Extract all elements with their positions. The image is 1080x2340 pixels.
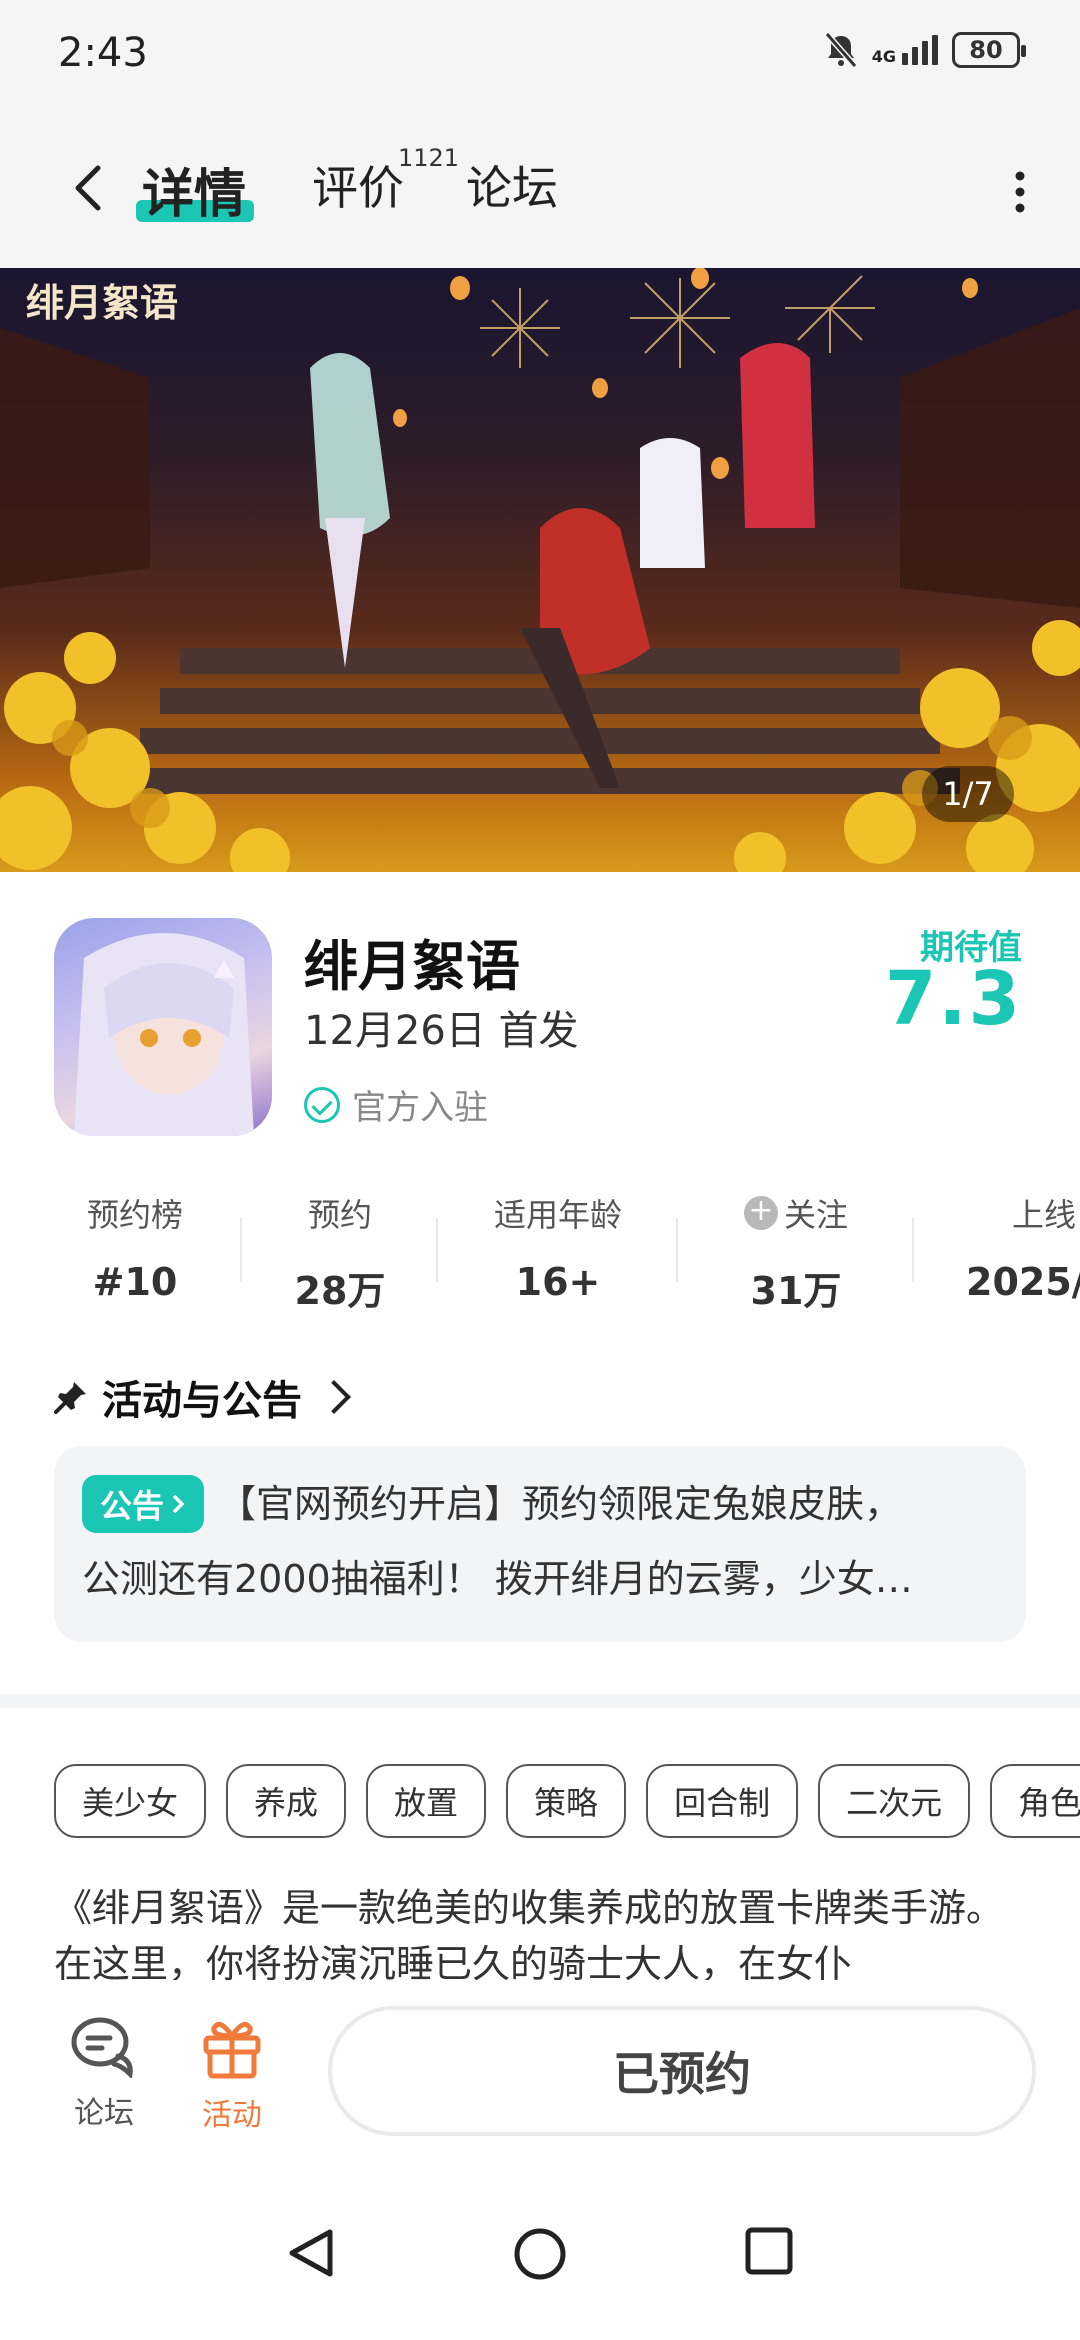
stat-label: 适用年龄	[493, 1196, 622, 1234]
game-description: 《绯月絮语》是一款绝美的收集养成的放置卡牌类手游。在这里，你将扮演沉睡已久的骑士…	[54, 1886, 1005, 1980]
tag-item[interactable]: 养成	[226, 1764, 347, 1838]
chat-bubble-icon	[71, 2017, 133, 2080]
check-circle-icon	[304, 1086, 340, 1123]
official-label: 官方入驻	[352, 1088, 488, 1128]
stat-label: 上线	[1012, 1196, 1077, 1234]
stat-value: #10	[92, 1260, 178, 1304]
announcement-card[interactable]: 公告 【官网预约开启】预约领限定兔娘皮肤， 公测还有2000抽福利！ 拨开绯月的…	[54, 1446, 1026, 1642]
release-date: 12月26日 首发	[304, 1008, 579, 1054]
bottom-action-bar: 论坛 活动 已预约	[0, 1982, 1080, 2182]
chevron-right-icon	[172, 1494, 185, 1514]
status-time: 2:43	[58, 30, 148, 76]
reserved-button[interactable]: 已预约	[328, 2006, 1036, 2136]
tag-list: 美少女 养成 放置 策略 回合制 二次元 角色	[54, 1764, 1080, 1838]
bottom-forum-button[interactable]: 论坛	[54, 2016, 154, 2132]
stat-divider	[676, 1218, 678, 1282]
banner-logo: 绯月絮语	[26, 280, 178, 325]
battery-level: 80	[969, 36, 1003, 64]
bottom-activity-button[interactable]: 活动	[182, 2016, 282, 2134]
tag-item[interactable]: 角色	[990, 1764, 1080, 1838]
stat-launch: 上线 2025/	[966, 1190, 1080, 1304]
announcement-line-1: 【官网预约开启】预约领限定兔娘皮肤，	[218, 1482, 903, 1526]
bottom-activity-label: 活动	[202, 2098, 262, 2133]
heart-plus-icon	[743, 1193, 778, 1230]
stat-follow[interactable]: 关注 31万	[726, 1190, 866, 1315]
tag-item[interactable]: 策略	[506, 1764, 627, 1838]
system-recents-icon[interactable]	[744, 2226, 794, 2276]
stat-value: 16+	[515, 1260, 601, 1304]
app-title: 绯月絮语	[304, 935, 520, 998]
stat-label: 预约榜	[86, 1196, 183, 1234]
stat-divider	[240, 1218, 242, 1282]
hero-banner[interactable]: 绯月絮语 1/7	[0, 268, 1080, 872]
mute-bell-icon	[824, 32, 857, 68]
back-arrow-icon[interactable]	[60, 158, 120, 218]
tab-forum[interactable]: 论坛	[466, 152, 558, 218]
tag-item[interactable]: 美少女	[54, 1764, 207, 1838]
system-home-icon[interactable]	[512, 2226, 568, 2282]
network-type: 4G	[871, 47, 896, 66]
stat-age: 适用年龄 16+	[478, 1190, 638, 1304]
bottom-forum-label: 论坛	[74, 2096, 134, 2131]
activity-section-title: 活动与公告	[102, 1378, 302, 1424]
official-badge: 官方入驻	[304, 1080, 488, 1129]
system-nav-bar	[0, 2182, 1080, 2340]
tag-item[interactable]: 回合制	[646, 1764, 799, 1838]
stats-row: 预约榜 #10 预约 28万 适用年龄 16+ 关注 31万 上线 2025/	[0, 1190, 1080, 1313]
expectation-score: 7.3	[884, 956, 1022, 1042]
app-icon	[54, 918, 272, 1136]
tag-item[interactable]: 二次元	[818, 1764, 971, 1838]
tag-item[interactable]: 放置	[366, 1764, 487, 1838]
stat-value: 28万	[294, 1269, 386, 1313]
stat-divider	[912, 1218, 914, 1282]
stat-reservations: 预约 28万	[280, 1190, 400, 1315]
system-back-icon[interactable]	[284, 2226, 338, 2280]
tab-reviews[interactable]: 评价	[312, 152, 404, 218]
review-count: 1121	[398, 144, 460, 172]
activity-section-header[interactable]: 活动与公告	[54, 1368, 351, 1426]
tab-details[interactable]: 详情	[142, 152, 246, 227]
battery-icon: 80	[952, 32, 1026, 68]
stat-rank[interactable]: 预约榜 #10	[70, 1190, 200, 1304]
announcement-badge: 公告	[82, 1475, 205, 1533]
signal-icon: 4G	[872, 35, 938, 65]
announcement-line-2: 公测还有2000抽福利！ 拨开绯月的云雾，少女…	[82, 1557, 913, 1601]
stat-label: 预约	[307, 1196, 372, 1234]
stat-value: 31万	[750, 1269, 842, 1313]
top-nav: 详情 评价 1121 论坛	[0, 110, 1080, 268]
section-separator	[0, 1694, 1080, 1708]
chevron-right-icon	[317, 1380, 351, 1414]
stat-divider	[436, 1218, 438, 1282]
pin-icon	[54, 1382, 86, 1414]
banner-page-indicator: 1/7	[922, 766, 1014, 822]
more-icon[interactable]	[1010, 162, 1030, 222]
gift-icon	[203, 2021, 261, 2079]
status-icons: 4G 80	[824, 32, 1026, 68]
banner-artwork: 绯月絮语	[0, 268, 1080, 872]
stat-label: 关注	[783, 1196, 848, 1234]
status-bar: 2:43 4G 80	[0, 0, 1080, 110]
stat-value: 2025/	[966, 1260, 1080, 1304]
